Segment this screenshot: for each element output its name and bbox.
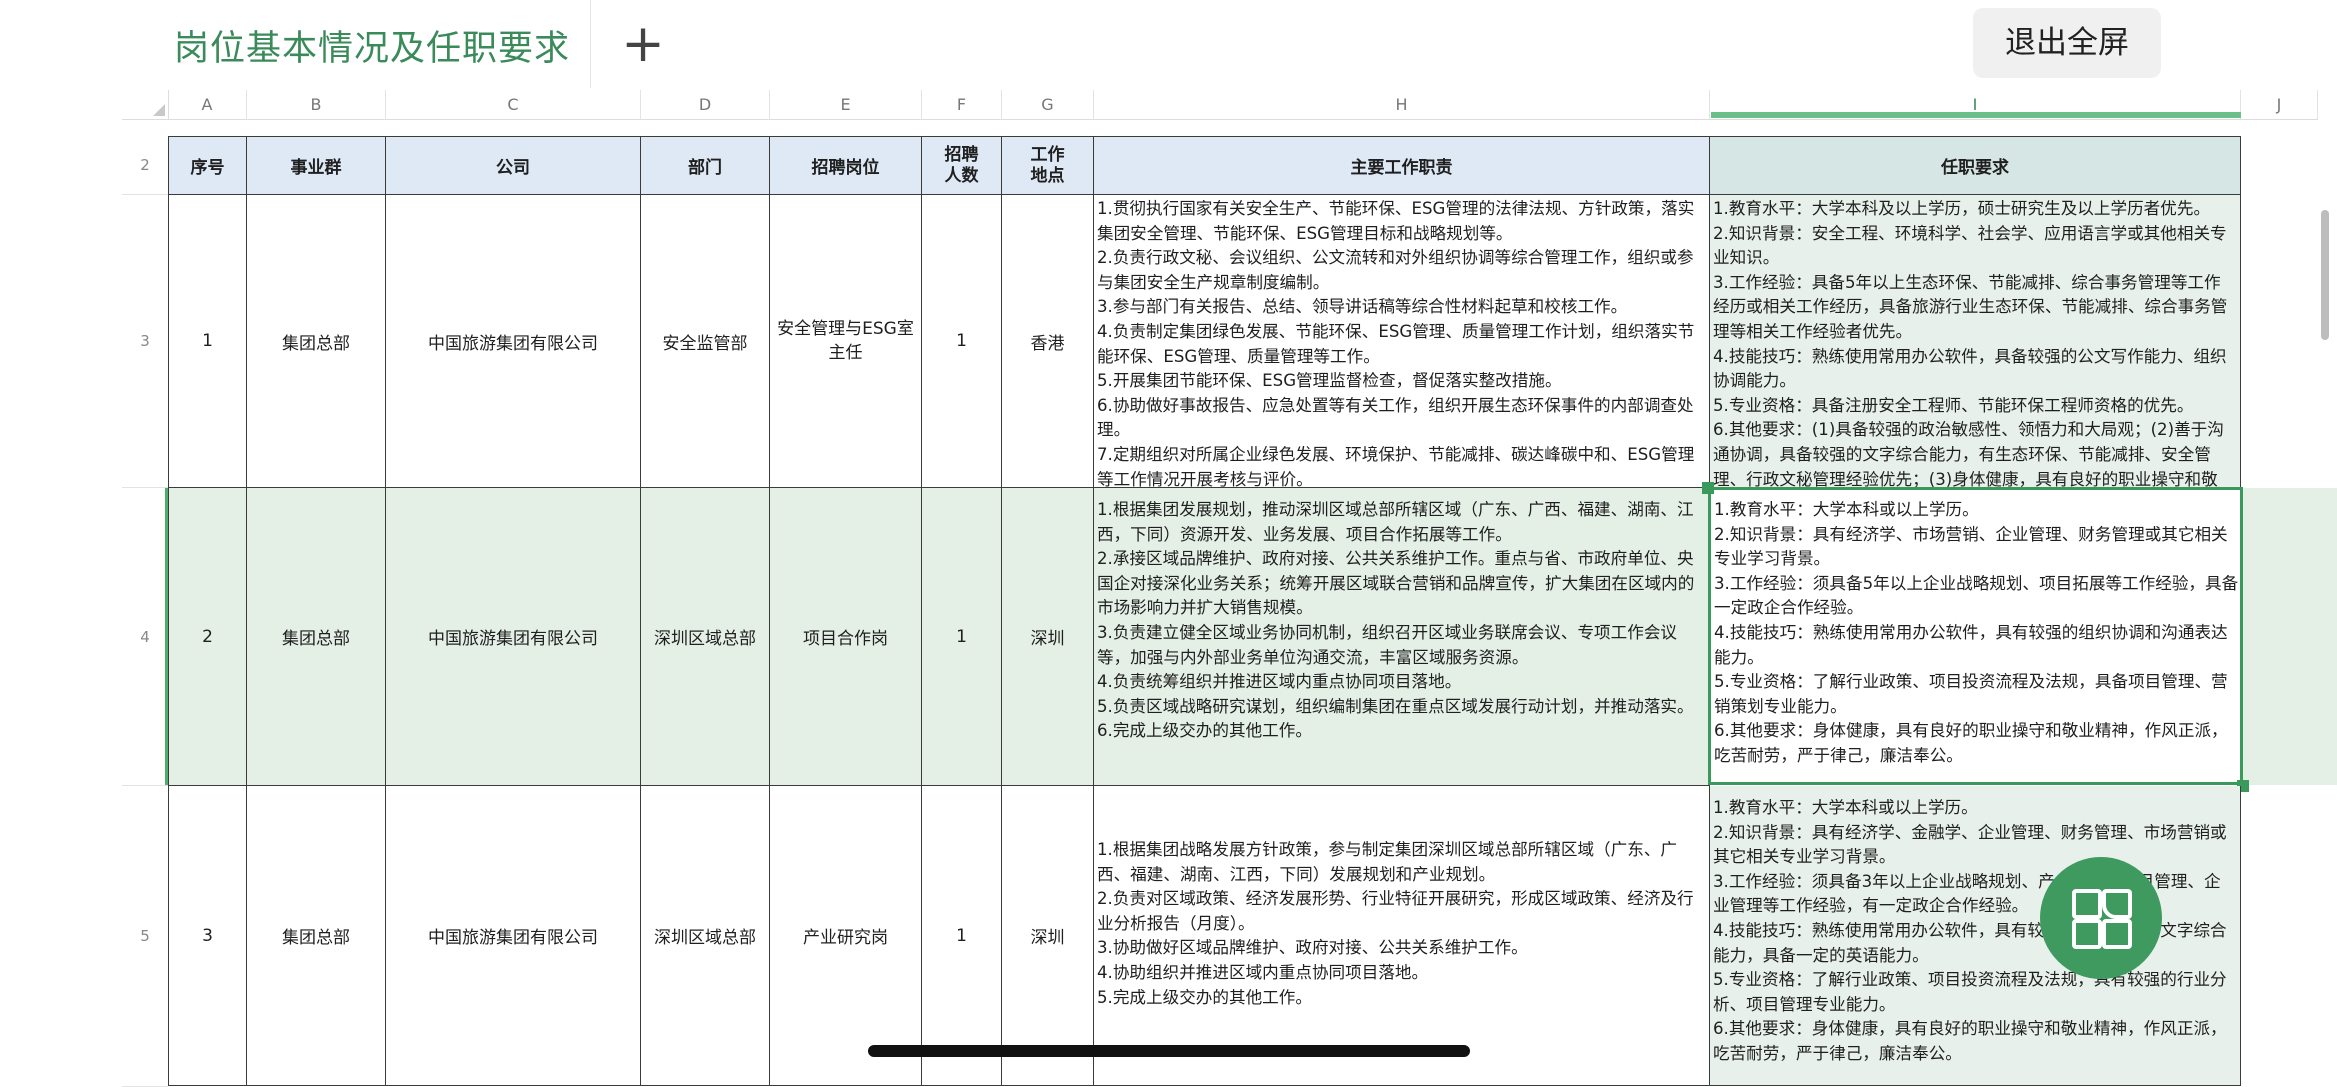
corner-triangle-icon xyxy=(153,104,165,116)
column-header-d[interactable]: D xyxy=(641,90,770,120)
cell-seq[interactable]: 2 xyxy=(169,488,247,786)
row-header-3[interactable]: 3 xyxy=(122,195,168,488)
header-duties[interactable]: 主要工作职责 xyxy=(1094,137,1710,195)
cell-group[interactable]: 集团总部 xyxy=(247,195,386,488)
spreadsheet-grid[interactable]: A B C D E F G H I J 2 3 4 5 序号 事业群 公司 部门… xyxy=(0,90,2337,1087)
exit-fullscreen-button[interactable]: 退出全屏 xyxy=(1973,8,2161,78)
header-location[interactable]: 工作 地点 xyxy=(1002,137,1094,195)
cell-duties[interactable]: 1.贯彻执行国家有关安全生产、节能环保、ESG管理的法律法规、方针政策，落实集团… xyxy=(1094,195,1710,488)
cell-company[interactable]: 中国旅游集团有限公司 xyxy=(386,786,641,1086)
cell-location[interactable]: 香港 xyxy=(1002,195,1094,488)
cell-requirements[interactable]: 1.教育水平：大学本科及以上学历，硕士研究生及以上学历者优先。 2.知识背景：安… xyxy=(1710,195,2241,488)
cell-count[interactable]: 1 xyxy=(922,195,1002,488)
header-dept[interactable]: 部门 xyxy=(641,137,770,195)
cell-group[interactable]: 集团总部 xyxy=(247,786,386,1086)
header-seq[interactable]: 序号 xyxy=(169,137,247,195)
cell-dept[interactable]: 深圳区域总部 xyxy=(641,488,770,786)
cell-duties[interactable]: 1.根据集团战略发展方针政策，参与制定集团深圳区域总部所辖区域（广东、广西、福建… xyxy=(1094,786,1710,1086)
selection-handle-top-left[interactable] xyxy=(1702,482,1714,494)
grid-square-icon xyxy=(2102,919,2132,949)
cell-company[interactable]: 中国旅游集团有限公司 xyxy=(386,195,641,488)
apps-grid-icon[interactable] xyxy=(2040,857,2162,979)
cell-position[interactable]: 安全管理与ESG室 主任 xyxy=(770,195,922,488)
cell-seq[interactable]: 1 xyxy=(169,195,247,488)
column-header-f[interactable]: F xyxy=(922,90,1002,120)
active-cell[interactable]: 1.教育水平：大学本科或以上学历。 2.知识背景：具有经济学、市场营销、企业管理… xyxy=(1708,487,2243,785)
top-bar: 岗位基本情况及任职要求 + 退出全屏 xyxy=(0,0,2337,90)
add-sheet-plus-icon[interactable]: + xyxy=(618,14,668,74)
select-all-corner[interactable] xyxy=(122,90,169,120)
column-header-c[interactable]: C xyxy=(386,90,641,120)
row-header-5[interactable]: 5 xyxy=(122,786,168,1087)
column-header-j[interactable]: J xyxy=(2241,90,2318,120)
cell-dept[interactable]: 深圳区域总部 xyxy=(641,786,770,1086)
cell-count[interactable]: 1 xyxy=(922,786,1002,1086)
cell-count[interactable]: 1 xyxy=(922,488,1002,786)
cell-position[interactable]: 项目合作岗 xyxy=(770,488,922,786)
column-header-h[interactable]: H xyxy=(1094,90,1710,120)
column-selection-bar xyxy=(1711,112,2241,118)
vertical-scrollbar[interactable] xyxy=(2321,210,2329,340)
column-header-g[interactable]: G xyxy=(1002,90,1094,120)
cell-position[interactable]: 产业研究岗 xyxy=(770,786,922,1086)
cell-group[interactable]: 集团总部 xyxy=(247,488,386,786)
header-group[interactable]: 事业群 xyxy=(247,137,386,195)
header-requirements[interactable]: 任职要求 xyxy=(1710,137,2241,195)
cell-company[interactable]: 中国旅游集团有限公司 xyxy=(386,488,641,786)
header-company[interactable]: 公司 xyxy=(386,137,641,195)
row-header-4[interactable]: 4 xyxy=(122,488,168,786)
cell-location[interactable]: 深圳 xyxy=(1002,488,1094,786)
header-position[interactable]: 招聘岗位 xyxy=(770,137,922,195)
row-header-2[interactable]: 2 xyxy=(122,136,168,195)
cell-requirements[interactable]: 1.教育水平：大学本科或以上学历。 2.知识背景：具有经济学、金融学、企业管理、… xyxy=(1710,786,2241,1086)
grid-square-icon xyxy=(2072,919,2102,949)
cell-requirements[interactable]: 1.教育水平：大学本科或以上学历。 2.知识背景：具有经济学、市场营销、企业管理… xyxy=(1711,498,2242,769)
home-indicator[interactable] xyxy=(868,1045,1470,1057)
grid-square-icon xyxy=(2072,889,2102,919)
cell-seq[interactable]: 3 xyxy=(169,786,247,1086)
grid-square-icon xyxy=(2102,889,2132,919)
column-header-e[interactable]: E xyxy=(770,90,922,120)
sheet-tab-title[interactable]: 岗位基本情况及任职要求 xyxy=(174,20,570,71)
cell-dept[interactable]: 安全监管部 xyxy=(641,195,770,488)
tab-divider xyxy=(590,0,591,88)
cell-location[interactable]: 深圳 xyxy=(1002,786,1094,1086)
column-header-a[interactable]: A xyxy=(168,90,247,120)
column-header-b[interactable]: B xyxy=(247,90,386,120)
cell-duties[interactable]: 1.根据集团发展规划，推动深圳区域总部所辖区域（广东、广西、福建、湖南、江西，下… xyxy=(1094,488,1710,786)
header-count[interactable]: 招聘 人数 xyxy=(922,137,1002,195)
